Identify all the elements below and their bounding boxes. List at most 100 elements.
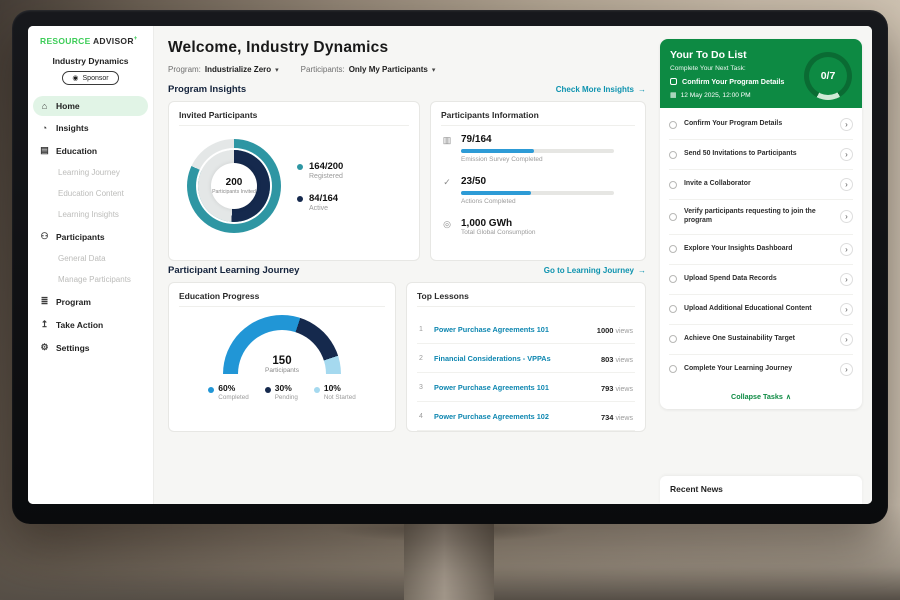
page-title: Welcome, Industry Dynamics [168,39,646,57]
chevron-right-icon[interactable]: › [840,363,853,376]
task-label: Verify participants requesting to join t… [684,208,833,226]
chevron-right-icon[interactable]: › [840,178,853,191]
education-gauge-center: 150 Participants [223,356,341,375]
invited-participants-title: Invited Participants [179,110,409,126]
education-progress-title: Education Progress [179,291,385,307]
sponsor-badge-label: Sponsor [83,75,109,82]
info-value: 79/164 [461,134,635,145]
info-row-consumption: ◎ 1,000 GWh Total Global Consumption [441,218,635,236]
chevron-right-icon[interactable]: › [840,243,853,256]
sponsor-badge[interactable]: ◉ Sponsor [62,71,118,85]
participants-information-title: Participants Information [441,110,635,126]
check-more-insights-label: Check More Insights [556,85,634,94]
chevron-up-icon: ∧ [786,394,791,401]
sidebar-item-learning-journey[interactable]: Learning Journey [33,163,148,182]
sidebar-item-education-content[interactable]: Education Content [33,184,148,203]
sidebar-item-insights[interactable]: ◔ Insights [33,118,148,138]
chevron-right-icon[interactable]: › [840,210,853,223]
top-lessons-card: Top Lessons 1 Power Purchase Agreements … [406,282,646,432]
program-insights-header: Program Insights Check More Insights → [168,84,646,95]
task-radio[interactable] [669,121,677,129]
chevron-right-icon[interactable]: › [840,303,853,316]
lesson-rank: 4 [419,413,427,420]
task-radio[interactable] [669,365,677,373]
info-label: Total Global Consumption [461,229,635,236]
legend-dot [314,387,320,393]
task-row[interactable]: Upload Spend Data Records › [669,265,853,295]
info-row-actions: ✓ 23/50 Actions Completed [441,176,635,205]
legend-dot [297,164,303,170]
task-radio[interactable] [669,181,677,189]
collapse-tasks-button[interactable]: Collapse Tasks∧ [669,384,853,404]
participants-dropdown-value: Only My Participants [349,65,428,74]
lesson-rank: 1 [419,326,427,333]
sidebar-item-general-data[interactable]: General Data [33,249,148,268]
arrow-right-icon: → [638,85,646,94]
task-radio[interactable] [669,335,677,343]
task-radio[interactable] [669,275,677,283]
sidebar-item-learning-insights[interactable]: Learning Insights [33,205,148,224]
sidebar-item-settings[interactable]: ⚙ Settings [33,337,148,358]
lightbulb-icon: ◔ [39,123,50,133]
lesson-link[interactable]: Power Purchase Agreements 102 [434,412,594,421]
lesson-row: 2 Financial Considerations - VPPAs 803vi… [417,344,635,373]
task-radio[interactable] [669,213,677,221]
lesson-row: 1 Power Purchase Agreements 101 1000view… [417,315,635,344]
lesson-rank: 2 [419,355,427,362]
go-to-learning-journey-link[interactable]: Go to Learning Journey → [544,266,646,275]
sidebar-item-label: Manage Participants [58,275,131,284]
sidebar-item-education[interactable]: ▤ Education [33,140,148,161]
task-row[interactable]: Send 50 Invitations to Participants › [669,140,853,170]
participants-dropdown-label: Participants: [301,65,345,74]
invited-center-value: 200 [226,177,243,188]
sidebar-item-label: Learning Insights [58,210,119,219]
task-row[interactable]: Confirm Your Program Details › [669,110,853,140]
education-gauge-legend: 60% Completed 30% Pending 10% Not Starte… [208,383,355,401]
chevron-right-icon[interactable]: › [840,273,853,286]
sidebar-item-manage-participants[interactable]: Manage Participants [33,270,148,289]
legend-label: Not Started [324,394,356,401]
program-dropdown-label: Program: [168,65,201,74]
task-row[interactable]: Verify participants requesting to join t… [669,200,853,235]
education-progress-card: Education Progress 150 Participants 60% [168,282,396,432]
sidebar-item-label: Home [56,101,80,111]
chevron-right-icon[interactable]: › [840,118,853,131]
program-dropdown[interactable]: Program: Industrialize Zero ▾ [168,65,279,74]
todo-task-list: Confirm Your Program Details › Send 50 I… [660,108,862,409]
task-radio[interactable] [669,245,677,253]
checkbox[interactable] [670,78,677,85]
task-row[interactable]: Explore Your Insights Dashboard › [669,235,853,265]
participants-dropdown[interactable]: Participants: Only My Participants ▾ [301,65,436,74]
task-radio[interactable] [669,305,677,313]
task-row[interactable]: Upload Additional Educational Content › [669,295,853,325]
calendar-icon: ▦ [670,91,677,99]
task-row[interactable]: Achieve One Sustainability Target › [669,325,853,355]
task-row[interactable]: Complete Your Learning Journey › [669,355,853,384]
chevron-right-icon[interactable]: › [840,333,853,346]
task-row[interactable]: Invite a Collaborator › [669,170,853,200]
legend-pct: 30% [275,383,292,393]
upload-icon: ↥ [39,319,50,330]
lesson-link[interactable]: Power Purchase Agreements 101 [434,383,594,392]
sidebar-item-home[interactable]: ⌂ Home [33,96,148,116]
progress-fill [461,149,534,153]
legend-item-active: 84/164 Active [297,193,343,212]
legend-item-not-started: 10% Not Started [314,383,356,401]
task-label: Send 50 Invitations to Participants [684,150,833,159]
chevron-right-icon[interactable]: › [840,148,853,161]
invited-donut-outer: 200 Participants Invited [187,139,281,233]
sidebar-item-participants[interactable]: ⚇ Participants [33,226,148,247]
lesson-link[interactable]: Financial Considerations - VPPAs [434,354,594,363]
sidebar-item-label: Education Content [58,189,124,198]
task-label: Upload Additional Educational Content [684,305,833,314]
todo-progress-text: 0/7 [821,70,836,82]
lesson-link[interactable]: Power Purchase Agreements 101 [434,325,590,334]
lesson-views: 1000 [597,326,614,335]
collapse-tasks-label: Collapse Tasks [731,392,783,401]
sidebar-item-take-action[interactable]: ↥ Take Action [33,314,148,335]
check-more-insights-link[interactable]: Check More Insights → [556,85,646,94]
sidebar-item-program[interactable]: ≣ Program [33,291,148,312]
task-radio[interactable] [669,151,677,159]
legend-label: Active [309,205,338,212]
lesson-views: 734 [601,413,614,422]
